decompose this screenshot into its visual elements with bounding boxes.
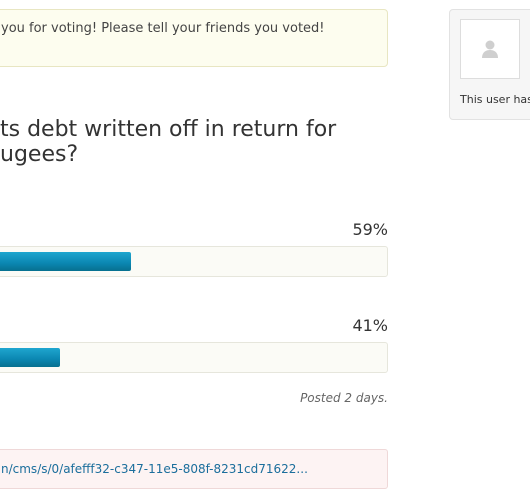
source-link[interactable]: n/cms/s/0/afefff32-c347-11e5-808f-8231cd… — [1, 462, 308, 476]
user-card-text: This user has — [460, 93, 530, 106]
option-1-percent: 59% — [352, 220, 388, 239]
avatar[interactable] — [460, 19, 520, 79]
vote-confirmation-notice: you for voting! Please tell your friends… — [0, 9, 388, 67]
source-link-box: n/cms/s/0/afefff32-c347-11e5-808f-8231cd… — [0, 449, 388, 489]
user-profile-card: This user has — [449, 9, 530, 120]
user-placeholder-icon — [482, 40, 498, 58]
option-2-percent: 41% — [352, 316, 388, 335]
notice-text: you for voting! Please tell your friends… — [1, 21, 325, 36]
posted-timestamp: Posted 2 days. — [300, 391, 388, 405]
option-1-bar-track — [0, 246, 388, 277]
poll-question-line-2: ugees? — [0, 142, 79, 167]
poll-question-line-1: ts debt written off in return for — [0, 117, 337, 142]
option-1-bar-fill — [0, 252, 131, 271]
option-2-bar-track — [0, 342, 388, 373]
poll-question: ts debt written off in return for ugees? — [0, 117, 400, 167]
option-2-bar-fill — [0, 348, 61, 367]
